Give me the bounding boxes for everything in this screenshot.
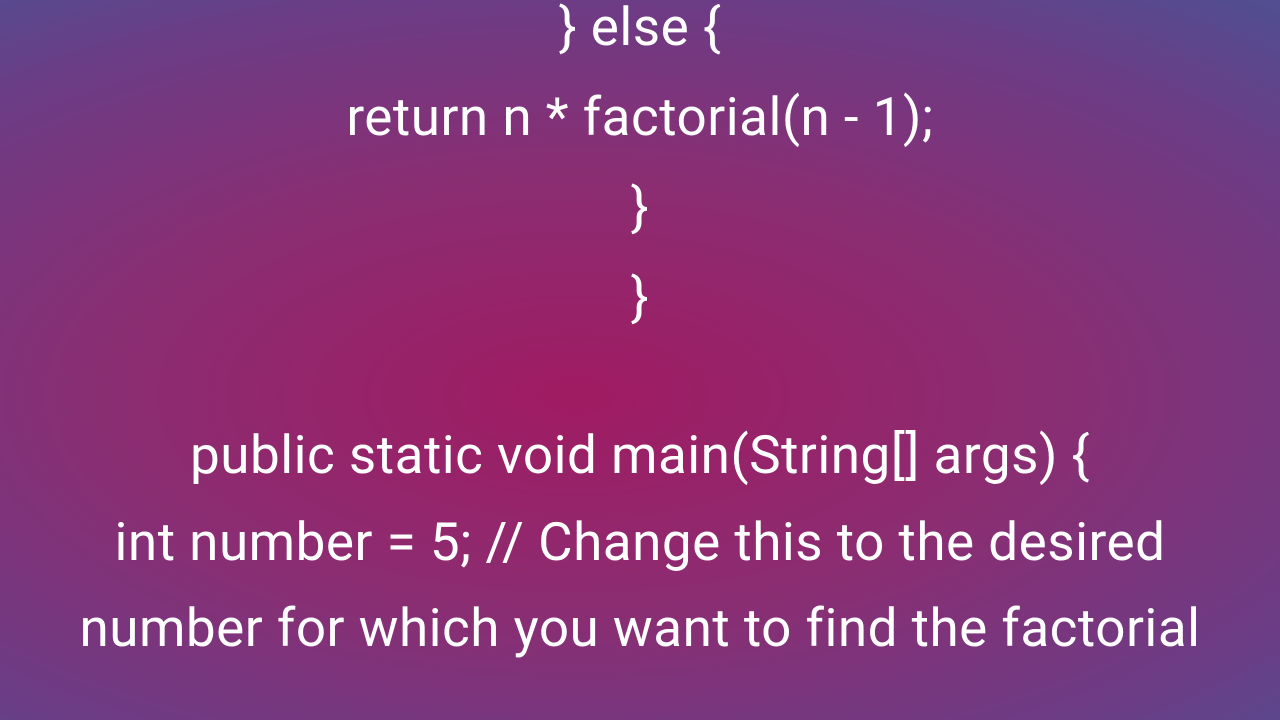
code-line-close-brace-2: } [0, 252, 1280, 342]
code-line-main-signature: public static void main(String[] args) { [0, 410, 1280, 500]
code-snippet: } else { return n * factorial(n - 1); } … [0, 0, 1280, 672]
blank-line [0, 342, 1280, 410]
code-line-number-decl: int number = 5; // Change this to the de… [0, 500, 1280, 672]
code-line-else: } else { [0, 0, 1280, 72]
code-line-return: return n * factorial(n - 1); [0, 72, 1280, 162]
code-line-close-brace-1: } [0, 162, 1280, 252]
